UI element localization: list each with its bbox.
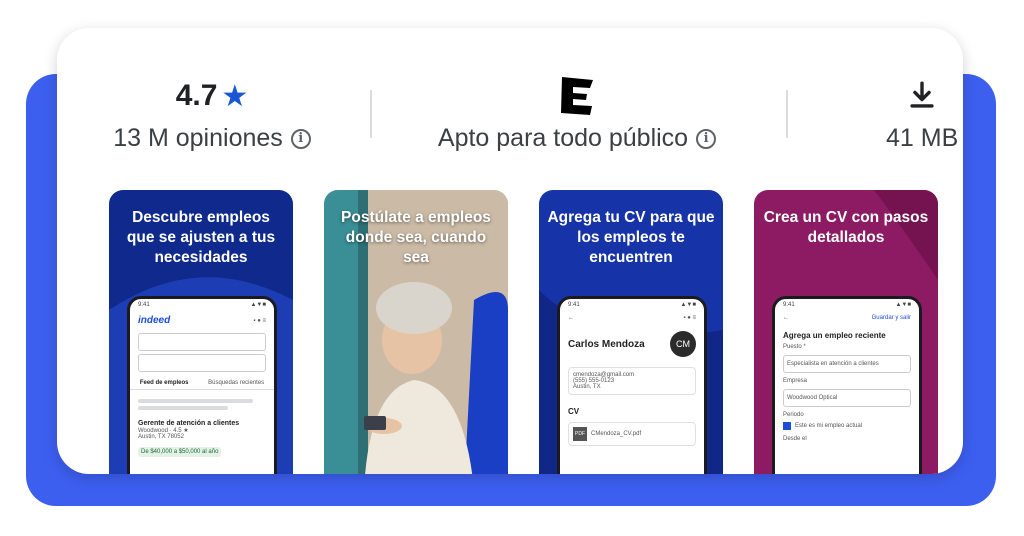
divider xyxy=(786,90,788,138)
form-heading: Agrega un empleo reciente xyxy=(783,331,886,340)
current-job-label: Este es mi empleo actual xyxy=(795,423,863,429)
field-label-company: Empresa xyxy=(783,378,808,384)
field-label-start: Desde el xyxy=(783,436,807,442)
screenshot-caption: Crea un CV con pasos detallados xyxy=(763,209,929,246)
app-listing-preview: 4.7 ★ 13 M opiniones i E Apto xyxy=(0,0,1024,536)
screenshot-2[interactable]: Postúlate a empleos donde sea, cuando se… xyxy=(324,190,508,474)
title-field: Especialista en atención a clientes xyxy=(783,355,911,373)
content-rating-e-icon: E xyxy=(561,77,593,115)
salary-badge: De $40,000 a $50,000 al año xyxy=(138,447,222,457)
pdf-icon: PDF xyxy=(573,427,587,441)
cv-section-title: CV xyxy=(568,407,580,416)
listing-card: 4.7 ★ 13 M opiniones i E Apto xyxy=(57,28,963,474)
job-location: Austin, TX 78052 xyxy=(138,434,184,440)
reviews-count: 13 M opiniones xyxy=(113,124,283,152)
location-input xyxy=(138,354,266,372)
profile-name: Carlos Mendoza xyxy=(568,338,645,350)
phone-time: 9:41 xyxy=(138,302,150,308)
company-field: Woodwood Optical xyxy=(783,389,911,407)
checkbox-checked xyxy=(783,422,791,430)
tab-job-feed: Feed de empleos xyxy=(139,380,189,386)
tab-recent-searches: Búsquedas recientes xyxy=(208,380,265,386)
info-icon[interactable]: i xyxy=(290,128,311,149)
phone-time: 9:41 xyxy=(783,302,795,308)
screenshot-3[interactable]: Agrega tu CV para que los empleos te enc… xyxy=(539,190,723,474)
content-rating-label: Apto para todo público xyxy=(437,124,689,152)
phone-time: 9:41 xyxy=(568,302,580,308)
screenshot-1[interactable]: Descubre empleos que se ajusten a tus ne… xyxy=(109,190,293,474)
stats-row: 4.7 ★ 13 M opiniones i E Apto xyxy=(57,28,963,188)
info-icon[interactable]: i xyxy=(696,128,717,149)
job-title: Gerente de atención a clientes xyxy=(138,420,240,427)
rating-stat[interactable]: 4.7 ★ 13 M opiniones i xyxy=(107,76,317,153)
profile-city: Austin, TX xyxy=(573,384,601,390)
search-input xyxy=(138,333,266,351)
field-label-period: Periodo xyxy=(783,412,804,418)
star-icon: ★ xyxy=(221,79,249,113)
screenshot-caption: Agrega tu CV para que los empleos te enc… xyxy=(547,209,715,266)
phone-mockup: 9:41 ▲▼■ ← Guardar y salir Agrega un empl… xyxy=(772,296,922,474)
job-company: Woodwood · 4.5 ★ xyxy=(138,428,189,434)
screenshot-4[interactable]: Crea un CV con pasos detallados 9:41 ▲▼■ … xyxy=(754,190,938,474)
back-arrow-icon: ← xyxy=(783,315,789,321)
field-label-title: Puesto * xyxy=(783,344,806,350)
back-arrow-icon: ← xyxy=(568,315,574,321)
size-label: 41 MB xyxy=(886,124,959,152)
save-exit-link: Guardar y salir xyxy=(871,315,911,321)
size-stat: 41 MB xyxy=(872,76,963,153)
divider xyxy=(370,90,372,138)
screenshot-caption: Descubre empleos que se ajusten a tus ne… xyxy=(126,209,276,266)
phone-mockup: 9:41 ▲▼■ ← ▪ ● ≡ Carlos Mendoza CM cmendoz… xyxy=(557,296,707,474)
screenshot-caption: Postúlate a empleos donde sea, cuando se… xyxy=(341,209,491,266)
cv-file-name: CMendoza_CV.pdf xyxy=(591,431,642,437)
rating-value: 4.7 xyxy=(175,79,218,112)
download-icon xyxy=(910,81,934,108)
avatar: CM xyxy=(670,331,696,357)
phone-mockup: 9:41 ▲▼■ indeed ▪ ● ≡ Feed de empleos Bús… xyxy=(127,296,277,474)
indeed-logo: indeed xyxy=(138,315,171,326)
content-rating-stat[interactable]: E Apto para todo público i xyxy=(407,76,747,153)
